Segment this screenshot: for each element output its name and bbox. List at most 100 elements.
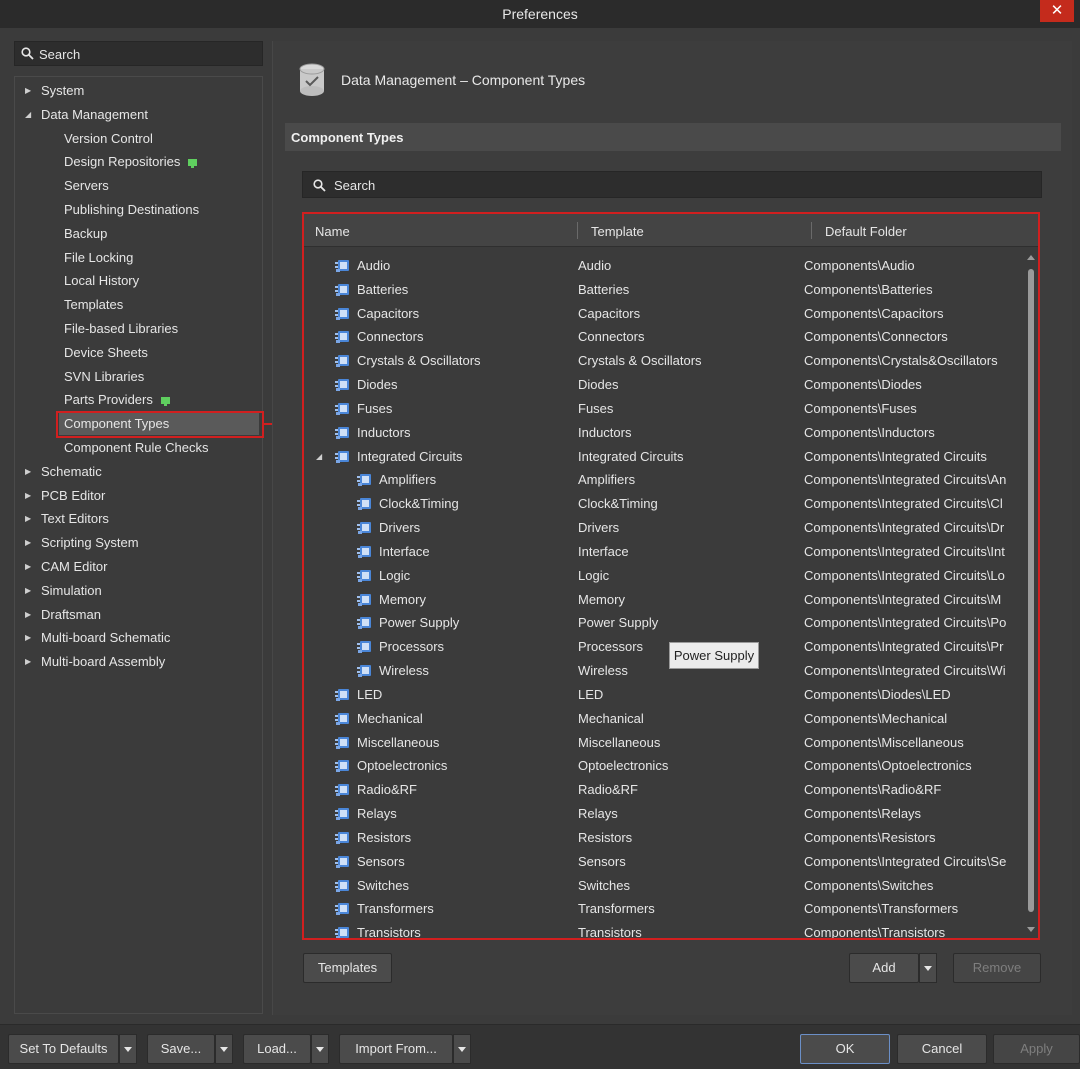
tree-item[interactable]: Parts Providers bbox=[15, 389, 260, 411]
component-types-grid[interactable]: Name Template Default Folder Audio Audio C… bbox=[302, 212, 1040, 940]
tree-item[interactable]: ▶ Multi-board Assembly bbox=[15, 651, 260, 673]
tree-item[interactable]: Local History bbox=[15, 270, 260, 292]
collapse-arrow-icon[interactable]: ▶ bbox=[25, 556, 31, 578]
column-header-name[interactable]: Name bbox=[315, 224, 350, 239]
add-button[interactable]: Add bbox=[849, 953, 919, 983]
import-dropdown-chevron-icon[interactable] bbox=[453, 1034, 471, 1064]
tree-item[interactable]: Templates bbox=[15, 294, 260, 316]
table-row[interactable]: Batteries Batteries Components\Batteries bbox=[304, 278, 1026, 302]
set-defaults-dropdown-chevron-icon[interactable] bbox=[119, 1034, 137, 1064]
table-row[interactable]: Logic Logic Components\Integrated Circuits… bbox=[304, 564, 1026, 588]
table-row[interactable]: Mechanical Mechanical Components\Mechanica… bbox=[304, 707, 1026, 731]
tree-item[interactable]: ▶ Text Editors bbox=[15, 508, 260, 530]
add-dropdown-chevron-icon[interactable] bbox=[919, 953, 937, 983]
table-row[interactable]: Clock&Timing Clock&Timing Components\Integ… bbox=[304, 492, 1026, 516]
table-row[interactable]: Optoelectronics Optoelectronics Components… bbox=[304, 754, 1026, 778]
collapse-arrow-icon[interactable]: ▶ bbox=[25, 604, 31, 626]
table-row[interactable]: LED LED Components\Diodes\LED bbox=[304, 683, 1026, 707]
scroll-down-arrow-icon[interactable] bbox=[1027, 927, 1035, 932]
table-row[interactable]: Audio Audio Components\Audio bbox=[304, 254, 1026, 278]
table-row[interactable]: Crystals & Oscillators Crystals & Oscilla… bbox=[304, 349, 1026, 373]
table-row[interactable]: Radio&RF Radio&RF Components\Radio&RF bbox=[304, 778, 1026, 802]
table-row[interactable]: Inductors Inductors Components\Inductors bbox=[304, 421, 1026, 445]
table-row[interactable]: Resistors Resistors Components\Resistors bbox=[304, 826, 1026, 850]
table-row[interactable]: Capacitors Capacitors Components\Capacitor… bbox=[304, 302, 1026, 326]
tree-item[interactable]: ◢ Data Management bbox=[15, 104, 260, 126]
preferences-search-input[interactable]: Search bbox=[14, 41, 263, 66]
vertical-scrollbar[interactable] bbox=[1026, 249, 1036, 938]
collapse-arrow-icon[interactable]: ▶ bbox=[25, 485, 31, 507]
table-row[interactable]: Switches Switches Components\Switches bbox=[304, 874, 1026, 898]
preferences-tree[interactable]: ▶ System ◢ Data Management Version Control De… bbox=[14, 76, 263, 1014]
tree-item[interactable]: Servers bbox=[15, 175, 260, 197]
component-icon bbox=[335, 736, 349, 749]
selection-highlight-frame bbox=[56, 411, 264, 438]
tree-item[interactable]: ▶ Draftsman bbox=[15, 604, 260, 626]
collapse-arrow-icon[interactable]: ▶ bbox=[25, 580, 31, 602]
templates-button[interactable]: Templates bbox=[303, 953, 392, 983]
close-button[interactable]: ✕ bbox=[1040, 0, 1074, 22]
tree-item[interactable]: ▶ Scripting System bbox=[15, 532, 260, 554]
table-row[interactable]: Power Supply Power Supply Components\Integ… bbox=[304, 611, 1026, 635]
collapse-arrow-icon[interactable]: ▶ bbox=[25, 627, 31, 649]
table-row[interactable]: Transistors Transistors Components\Transis… bbox=[304, 921, 1026, 938]
tree-item[interactable]: Backup bbox=[15, 223, 260, 245]
tree-item[interactable]: Version Control bbox=[15, 128, 260, 150]
cancel-button[interactable]: Cancel bbox=[897, 1034, 987, 1064]
table-row[interactable]: Diodes Diodes Components\Diodes bbox=[304, 373, 1026, 397]
table-row[interactable]: Drivers Drivers Components\Integrated Circ… bbox=[304, 516, 1026, 540]
load-button[interactable]: Load... bbox=[243, 1034, 311, 1064]
collapse-arrow-icon[interactable]: ▶ bbox=[25, 508, 31, 530]
tree-item[interactable]: File Locking bbox=[15, 247, 260, 269]
column-separator[interactable] bbox=[811, 222, 812, 239]
column-separator[interactable] bbox=[577, 222, 578, 239]
collapse-arrow-icon[interactable]: ▶ bbox=[25, 651, 31, 673]
collapse-arrow-icon[interactable]: ▶ bbox=[25, 80, 31, 102]
tree-item[interactable]: Publishing Destinations bbox=[15, 199, 260, 221]
save-button[interactable]: Save... bbox=[147, 1034, 215, 1064]
tree-item[interactable]: File-based Libraries bbox=[15, 318, 260, 340]
collapse-arrow-icon[interactable]: ▶ bbox=[25, 461, 31, 483]
tree-item[interactable]: Component Rule Checks bbox=[15, 437, 260, 459]
expand-arrow-icon[interactable]: ◢ bbox=[316, 445, 322, 469]
close-icon[interactable]: ✕ bbox=[1051, 2, 1064, 19]
tree-item[interactable]: SVN Libraries bbox=[15, 366, 260, 388]
tree-item[interactable]: ▶ PCB Editor bbox=[15, 485, 260, 507]
table-row[interactable]: Relays Relays Components\Relays bbox=[304, 802, 1026, 826]
remove-button[interactable]: Remove bbox=[953, 953, 1041, 983]
expand-arrow-icon[interactable]: ◢ bbox=[25, 104, 31, 126]
scrollbar-thumb[interactable] bbox=[1028, 269, 1034, 912]
import-from-button[interactable]: Import From... bbox=[339, 1034, 453, 1064]
tree-item[interactable]: ▶ CAM Editor bbox=[15, 556, 260, 578]
tree-item[interactable]: ▶ Schematic bbox=[15, 461, 260, 483]
table-row[interactable]: ◢ Integrated Circuits Integrated Circuits C… bbox=[304, 445, 1026, 469]
table-row[interactable]: Memory Memory Components\Integrated Circui… bbox=[304, 588, 1026, 612]
apply-button[interactable]: Apply bbox=[993, 1034, 1080, 1064]
table-row[interactable]: Transformers Transformers Components\Trans… bbox=[304, 897, 1026, 921]
table-row[interactable]: Interface Interface Components\Integrated … bbox=[304, 540, 1026, 564]
cell-name: Transformers bbox=[357, 901, 434, 917]
column-header-template[interactable]: Template bbox=[591, 224, 644, 239]
table-row[interactable]: Wireless Wireless Components\Integrated Ci… bbox=[304, 659, 1026, 683]
table-row[interactable]: Fuses Fuses Components\Fuses bbox=[304, 397, 1026, 421]
ok-button[interactable]: OK bbox=[800, 1034, 890, 1064]
tree-item[interactable]: ▶ Multi-board Schematic bbox=[15, 627, 260, 649]
component-types-search-input[interactable]: Search bbox=[302, 171, 1042, 198]
collapse-arrow-icon[interactable]: ▶ bbox=[25, 532, 31, 554]
column-header-default-folder[interactable]: Default Folder bbox=[825, 224, 907, 239]
scroll-up-arrow-icon[interactable] bbox=[1027, 255, 1035, 260]
table-row[interactable]: Sensors Sensors Components\Integrated Circ… bbox=[304, 850, 1026, 874]
load-dropdown-chevron-icon[interactable] bbox=[311, 1034, 329, 1064]
tree-item[interactable]: ▶ System bbox=[15, 80, 260, 102]
set-to-defaults-button[interactable]: Set To Defaults bbox=[8, 1034, 119, 1064]
table-row[interactable]: Amplifiers Amplifiers Components\Integrate… bbox=[304, 468, 1026, 492]
tree-item[interactable]: ▶ Simulation bbox=[15, 580, 260, 602]
cell-name: Processors bbox=[379, 639, 445, 655]
table-row[interactable]: Miscellaneous Miscellaneous Components\Mis… bbox=[304, 731, 1026, 755]
save-dropdown-chevron-icon[interactable] bbox=[215, 1034, 233, 1064]
tree-item[interactable]: Device Sheets bbox=[15, 342, 260, 364]
table-row[interactable]: Processors Processors Components\Integrate… bbox=[304, 635, 1026, 659]
tree-item[interactable]: Design Repositories bbox=[15, 151, 260, 173]
tree-item-label: Version Control bbox=[64, 130, 153, 146]
table-row[interactable]: Connectors Connectors Components\Connector… bbox=[304, 325, 1026, 349]
